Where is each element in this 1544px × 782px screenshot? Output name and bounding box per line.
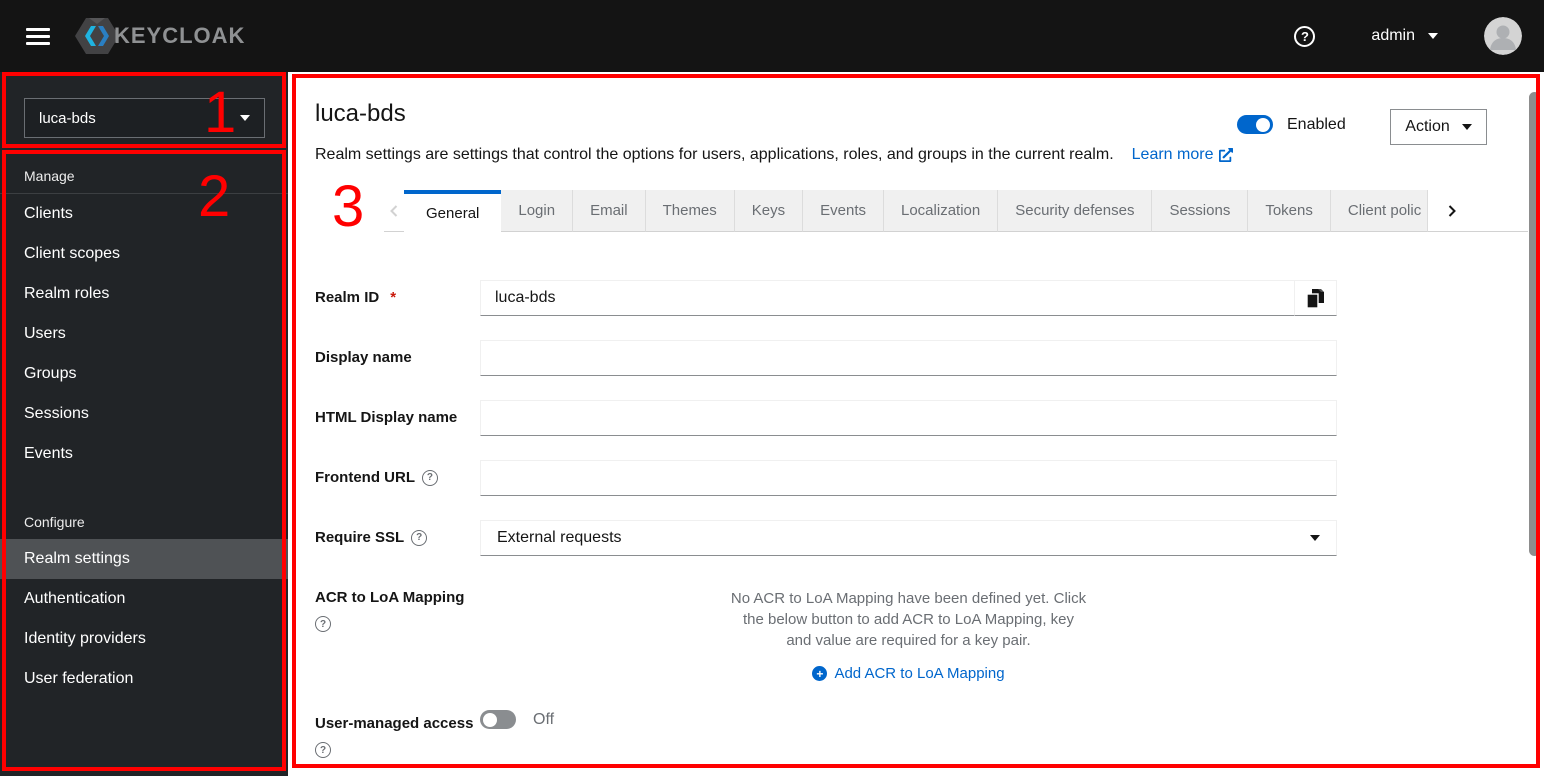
sidebar-item-authentication[interactable]: Authentication <box>0 579 288 619</box>
user-managed-access-toggle[interactable] <box>480 710 516 729</box>
frontend-url-label: Frontend URL <box>315 469 415 486</box>
copy-button[interactable] <box>1295 280 1337 316</box>
user-menu[interactable]: admin <box>1371 27 1438 45</box>
tab-security-defenses[interactable]: Security defenses <box>998 190 1153 232</box>
required-marker: * <box>390 289 397 306</box>
external-link-icon <box>1219 148 1234 162</box>
chevron-left-icon <box>390 204 398 217</box>
require-ssl-value: External requests <box>497 529 622 546</box>
main-content: luca-bds Realm settings are settings tha… <box>288 72 1544 776</box>
require-ssl-select[interactable]: External requests <box>480 520 1337 556</box>
sidebar-item-groups[interactable]: Groups <box>0 354 288 394</box>
tab-bar: General Login Email Themes Keys Events L… <box>384 190 1528 232</box>
general-settings-form: Realm ID * luca-bds Display name HTML Di… <box>315 280 1544 782</box>
sidebar-item-user-federation[interactable]: User federation <box>0 659 288 699</box>
display-name-input[interactable] <box>480 340 1337 376</box>
chevron-down-icon <box>1310 535 1320 541</box>
tab-keys[interactable]: Keys <box>734 190 804 232</box>
form-row-display-name: Display name <box>315 340 1544 376</box>
help-icon[interactable]: ? <box>315 616 331 632</box>
html-display-name-input[interactable] <box>480 400 1337 436</box>
form-row-realm-id: Realm ID * <box>315 280 1544 316</box>
plus-circle-icon: + <box>812 666 828 681</box>
sidebar-item-realm-settings[interactable]: Realm settings <box>0 539 288 579</box>
acr-empty-text: No ACR to LoA Mapping have been defined … <box>730 590 1087 649</box>
tab-events[interactable]: Events <box>803 190 884 232</box>
sidebar-item-users[interactable]: Users <box>0 314 288 354</box>
realm-id-input[interactable] <box>480 280 1295 316</box>
enabled-toggle-label: Enabled <box>1287 115 1346 133</box>
sidebar-item-realm-roles[interactable]: Realm roles <box>0 274 288 314</box>
acr-empty-state: No ACR to LoA Mapping have been defined … <box>480 580 1337 682</box>
action-dropdown-button[interactable]: Action <box>1390 109 1487 145</box>
nav-section-title-configure: Configure <box>24 514 85 530</box>
realm-selector-value: luca-bds <box>39 109 96 127</box>
form-row-html-display-name: HTML Display name <box>315 400 1544 436</box>
tab-sessions[interactable]: Sessions <box>1152 190 1249 232</box>
scrollbar-thumb[interactable] <box>1529 92 1540 556</box>
sidebar-item-client-scopes[interactable]: Client scopes <box>0 234 288 274</box>
chevron-right-icon <box>1448 204 1456 217</box>
user-managed-access-label: User-managed access <box>315 715 474 732</box>
form-row-acr-to-loa: ACR to LoA Mapping ? No ACR to LoA Mappi… <box>315 580 1544 682</box>
help-icon[interactable]: ? <box>421 469 438 486</box>
brand-text: KEYCLOAK <box>114 23 246 48</box>
sidebar-nav: Manage Clients Client scopes Realm roles… <box>0 152 288 699</box>
tab-bar-filler <box>1475 190 1528 232</box>
tab-general[interactable]: General <box>404 190 502 232</box>
avatar[interactable] <box>1484 17 1522 55</box>
tab-tokens[interactable]: Tokens <box>1248 190 1331 232</box>
tab-email[interactable]: Email <box>573 190 646 232</box>
add-acr-to-loa-button[interactable]: + Add ACR to LoA Mapping <box>812 665 1005 682</box>
form-row-user-managed-access: User-managed access ? Off <box>315 706 1544 758</box>
sidebar-item-events[interactable]: Events <box>0 434 288 474</box>
page-description: Realm settings are settings that control… <box>315 146 1114 163</box>
vertical-scrollbar[interactable] <box>1528 74 1541 774</box>
user-managed-access-state: Off <box>533 710 555 728</box>
sidebar-item-identity-providers[interactable]: Identity providers <box>0 619 288 659</box>
chevron-down-icon <box>240 115 250 121</box>
user-name: admin <box>1371 27 1415 44</box>
chevron-down-icon <box>1428 33 1438 39</box>
enabled-toggle[interactable] <box>1237 115 1273 134</box>
nav-section-title-manage: Manage <box>24 168 75 184</box>
learn-more-link[interactable]: Learn more <box>1132 146 1234 164</box>
tab-login[interactable]: Login <box>501 190 574 232</box>
help-icon[interactable]: ? <box>411 529 428 546</box>
acr-to-loa-label: ACR to LoA Mapping <box>315 589 465 606</box>
html-display-name-label: HTML Display name <box>315 409 458 426</box>
form-row-frontend-url: Frontend URL ? <box>315 460 1544 496</box>
form-row-require-ssl: Require SSL ? External requests <box>315 520 1544 556</box>
person-icon <box>1484 17 1522 55</box>
help-icon[interactable]: ? <box>1294 25 1316 47</box>
sidebar-item-clients[interactable]: Clients <box>0 194 288 234</box>
help-icon[interactable]: ? <box>315 742 331 758</box>
page-title: luca-bds <box>315 100 406 127</box>
copy-icon <box>1307 288 1324 308</box>
tab-client-policies[interactable]: Client polic <box>1330 190 1428 232</box>
keycloak-logo: KEYCLOAK <box>74 15 245 57</box>
top-header-bar: KEYCLOAK ? admin <box>0 0 1544 72</box>
tab-scroll-right-button[interactable] <box>1427 190 1476 232</box>
realm-id-label: Realm ID <box>315 289 380 306</box>
sidebar: luca-bds Manage Clients Client scopes Re… <box>0 72 288 776</box>
require-ssl-label: Require SSL <box>315 529 405 546</box>
sidebar-item-sessions[interactable]: Sessions <box>0 394 288 434</box>
tab-localization[interactable]: Localization <box>884 190 999 232</box>
tab-scroll-left-button[interactable] <box>384 190 404 232</box>
realm-selector-dropdown[interactable]: luca-bds <box>24 98 265 138</box>
frontend-url-input[interactable] <box>480 460 1337 496</box>
chevron-down-icon <box>1461 124 1472 130</box>
tab-themes[interactable]: Themes <box>645 190 735 232</box>
hamburger-menu-icon[interactable] <box>26 24 50 49</box>
display-name-label: Display name <box>315 349 412 366</box>
